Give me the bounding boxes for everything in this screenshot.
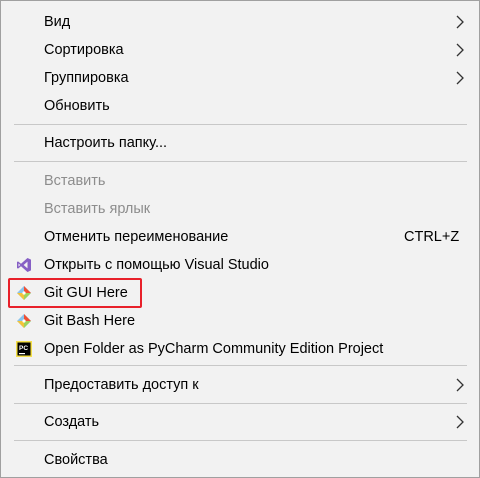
- menu-item-label: Git Bash Here: [44, 313, 136, 329]
- menu-item-label: Отменить переименование: [44, 229, 229, 245]
- menu-item-label: Свойства: [44, 452, 108, 468]
- menu-item-give-access[interactable]: Предоставить доступ к: [1, 372, 479, 398]
- visual-studio-icon: [17, 258, 31, 272]
- menu-item-label: Настроить папку...: [44, 135, 168, 151]
- menu-item-label: Создать: [44, 414, 100, 430]
- menu-item-label: Вставить ярлык: [44, 201, 151, 217]
- menu-item-label: Группировка: [44, 70, 129, 86]
- menu-item-label: Git GUI Here: [44, 285, 128, 301]
- menu-item-group[interactable]: Группировка: [1, 65, 479, 91]
- menu-separator: [14, 124, 467, 125]
- context-menu: Вид Сортировка Группировка Обновить Наст…: [0, 0, 480, 478]
- shortcut-text: CTRL+Z: [404, 229, 460, 245]
- menu-item-customize-folder[interactable]: Настроить папку...: [1, 130, 479, 156]
- menu-item-paste-shortcut: Вставить ярлык: [1, 196, 479, 222]
- git-gui-icon: [17, 286, 31, 300]
- menu-separator: [14, 403, 467, 404]
- menu-item-properties[interactable]: Свойства: [1, 447, 479, 473]
- pycharm-icon: PC: [16, 341, 32, 357]
- menu-item-label: Вставить: [44, 173, 106, 189]
- menu-item-label: Обновить: [44, 98, 110, 114]
- menu-item-label: Предоставить доступ к: [44, 377, 199, 393]
- git-bash-icon: [17, 314, 31, 328]
- menu-item-refresh[interactable]: Обновить: [1, 93, 479, 119]
- menu-separator: [14, 365, 467, 366]
- menu-item-paste: Вставить: [1, 168, 479, 194]
- svg-text:PC: PC: [19, 345, 28, 352]
- chevron-right-icon: [456, 378, 464, 392]
- menu-separator: [14, 161, 467, 162]
- menu-item-label: Открыть с помощью Visual Studio: [44, 257, 269, 273]
- menu-item-git-gui[interactable]: Git GUI Here: [1, 280, 479, 306]
- menu-separator: [14, 440, 467, 441]
- chevron-right-icon: [456, 415, 464, 429]
- chevron-right-icon: [456, 15, 464, 29]
- chevron-right-icon: [456, 43, 464, 57]
- menu-item-view[interactable]: Вид: [1, 9, 479, 35]
- menu-item-label: Вид: [44, 14, 71, 30]
- menu-item-undo-rename[interactable]: Отменить переименование CTRL+Z: [1, 224, 479, 250]
- menu-item-label: Сортировка: [44, 42, 124, 58]
- menu-item-open-visual-studio[interactable]: Открыть с помощью Visual Studio: [1, 252, 479, 278]
- menu-item-git-bash[interactable]: Git Bash Here: [1, 308, 479, 334]
- menu-item-sort[interactable]: Сортировка: [1, 37, 479, 63]
- menu-item-new[interactable]: Создать: [1, 409, 479, 435]
- chevron-right-icon: [456, 71, 464, 85]
- menu-item-open-pycharm[interactable]: PC Open Folder as PyCharm Community Edit…: [1, 336, 479, 362]
- menu-item-label: Open Folder as PyCharm Community Edition…: [44, 341, 384, 357]
